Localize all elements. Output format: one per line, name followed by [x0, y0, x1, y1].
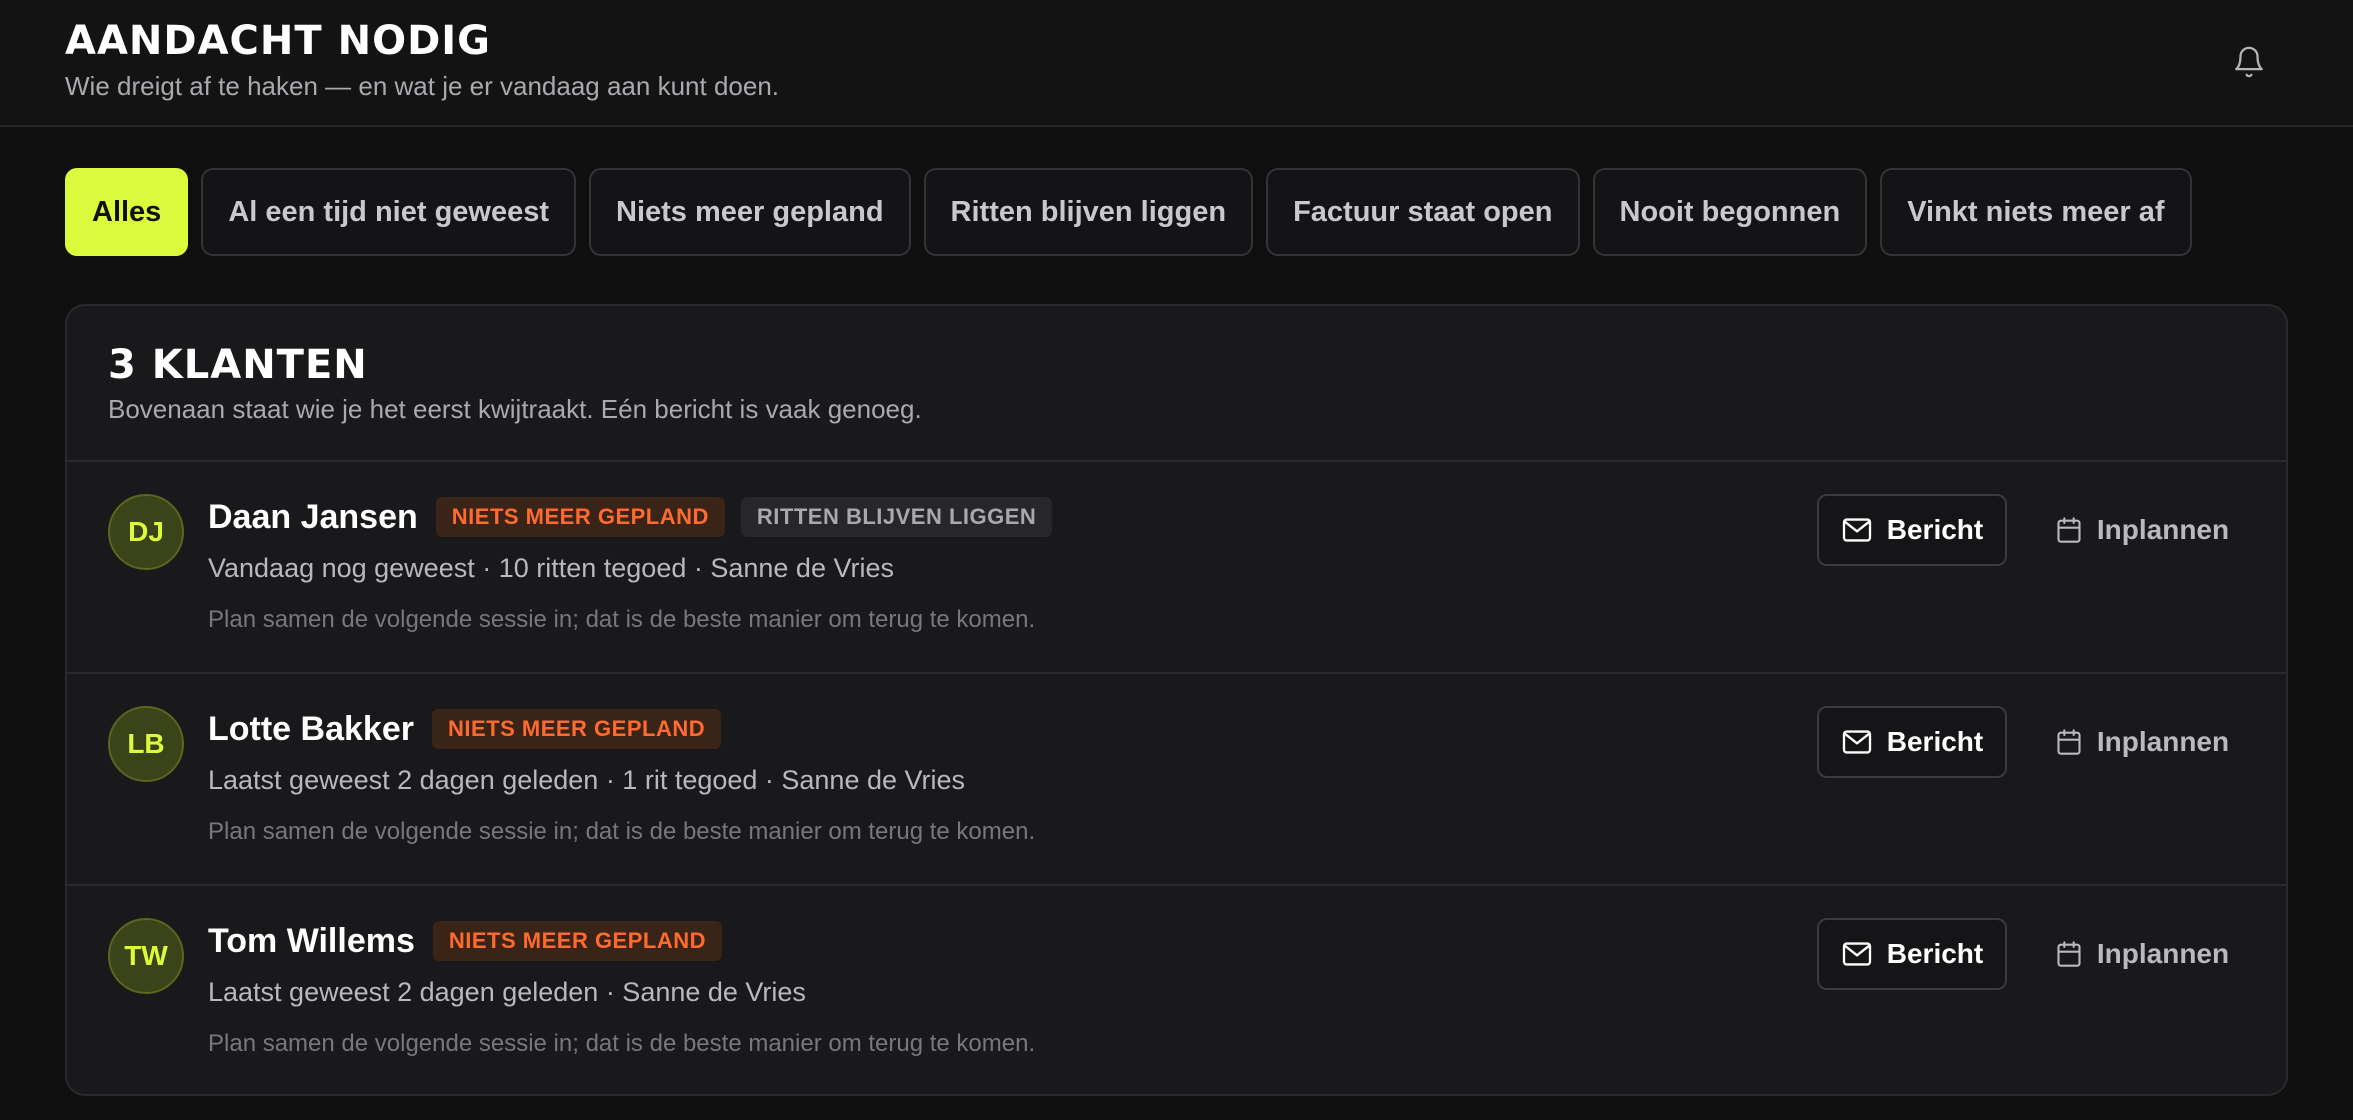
schedule-button[interactable]: Inplannen: [2047, 918, 2237, 990]
schedule-button-label: Inplannen: [2096, 938, 2230, 969]
bell-icon: [2235, 46, 2263, 78]
page-subtitle: Wie dreigt af te haken — en wat je er va…: [65, 71, 780, 101]
schedule-button-label: Inplannen: [2096, 726, 2230, 757]
filter-chip-factuur-staat-open[interactable]: Factuur staat open: [1266, 168, 1580, 256]
client-list-subtitle: Bovenaan staat wie je het eerst kwijtraa…: [108, 394, 922, 424]
status-badge: NIETS MEER GEPLAND: [432, 921, 723, 961]
status-badge: NIETS MEER GEPLAND: [435, 497, 725, 537]
schedule-button[interactable]: Inplannen: [2047, 706, 2237, 778]
message-button-label: Bericht: [1886, 514, 1984, 545]
client-hint: Plan samen de volgende sessie in; dat is…: [208, 818, 1036, 845]
message-button-label: Bericht: [1886, 938, 1984, 969]
client-name-line: Lotte Bakker NIETS MEER GEPLAND: [208, 708, 722, 750]
client-list-header: 3 KLANTEN Bovenaan staat wie je het eers…: [67, 306, 2286, 462]
mail-icon: [1841, 941, 1873, 967]
filter-chip-vinkt-niets-meer-af[interactable]: Vinkt niets meer af: [1880, 168, 2192, 256]
client-name-line: Daan Jansen NIETS MEER GEPLAND RITTEN BL…: [208, 496, 1053, 538]
message-button-label: Bericht: [1886, 726, 1984, 757]
message-button[interactable]: Bericht: [1817, 706, 2007, 778]
client-name[interactable]: Lotte Bakker: [208, 710, 414, 749]
filter-chip-niets-meer-gepland[interactable]: Niets meer gepland: [589, 168, 911, 256]
filter-chip-alles[interactable]: Alles: [65, 168, 189, 256]
avatar: LB: [108, 706, 184, 782]
page-header: AANDACHT NODIG Wie dreigt af te haken — …: [0, 0, 2353, 127]
filter-chip-nooit-begonnen[interactable]: Nooit begonnen: [1592, 168, 1868, 256]
calendar-icon: [2055, 515, 2083, 545]
client-list-card: 3 KLANTEN Bovenaan staat wie je het eers…: [65, 304, 2288, 1096]
client-count-title: 3 KLANTEN: [108, 342, 368, 388]
message-button[interactable]: Bericht: [1817, 494, 2007, 566]
client-row: DJ Daan Jansen NIETS MEER GEPLAND RITTEN…: [67, 462, 2286, 674]
client-name[interactable]: Tom Willems: [208, 922, 415, 961]
client-row: LB Lotte Bakker NIETS MEER GEPLAND Laats…: [67, 674, 2286, 886]
page-title: AANDACHT NODIG: [65, 18, 491, 64]
filter-chip-al-een-tijd-niet-geweest[interactable]: Al een tijd niet geweest: [201, 168, 577, 256]
mail-icon: [1841, 729, 1873, 755]
avatar: DJ: [108, 494, 184, 570]
filter-bar: Alles Al een tijd niet geweest Niets mee…: [65, 168, 2192, 256]
status-badge: NIETS MEER GEPLAND: [431, 709, 722, 749]
status-badge: RITTEN BLIJVEN LIGGEN: [740, 497, 1053, 537]
notifications-button[interactable]: [2229, 40, 2269, 84]
filter-chip-ritten-blijven-liggen[interactable]: Ritten blijven liggen: [923, 168, 1254, 256]
calendar-icon: [2055, 939, 2083, 969]
mail-icon: [1841, 517, 1873, 543]
schedule-button-label: Inplannen: [2096, 514, 2230, 545]
client-hint: Plan samen de volgende sessie in; dat is…: [208, 1030, 1036, 1057]
schedule-button[interactable]: Inplannen: [2047, 494, 2237, 566]
client-name[interactable]: Daan Jansen: [208, 498, 418, 537]
client-meta: Vandaag nog geweest · 10 ritten tegoed ·…: [208, 553, 894, 583]
client-meta: Laatst geweest 2 dagen geleden · 1 rit t…: [208, 765, 966, 795]
avatar: TW: [108, 918, 184, 994]
message-button[interactable]: Bericht: [1817, 918, 2007, 990]
client-hint: Plan samen de volgende sessie in; dat is…: [208, 606, 1036, 633]
calendar-icon: [2055, 727, 2083, 757]
client-meta: Laatst geweest 2 dagen geleden · Sanne d…: [208, 977, 806, 1007]
client-row: TW Tom Willems NIETS MEER GEPLAND Laatst…: [67, 886, 2286, 1094]
client-name-line: Tom Willems NIETS MEER GEPLAND: [208, 920, 723, 962]
